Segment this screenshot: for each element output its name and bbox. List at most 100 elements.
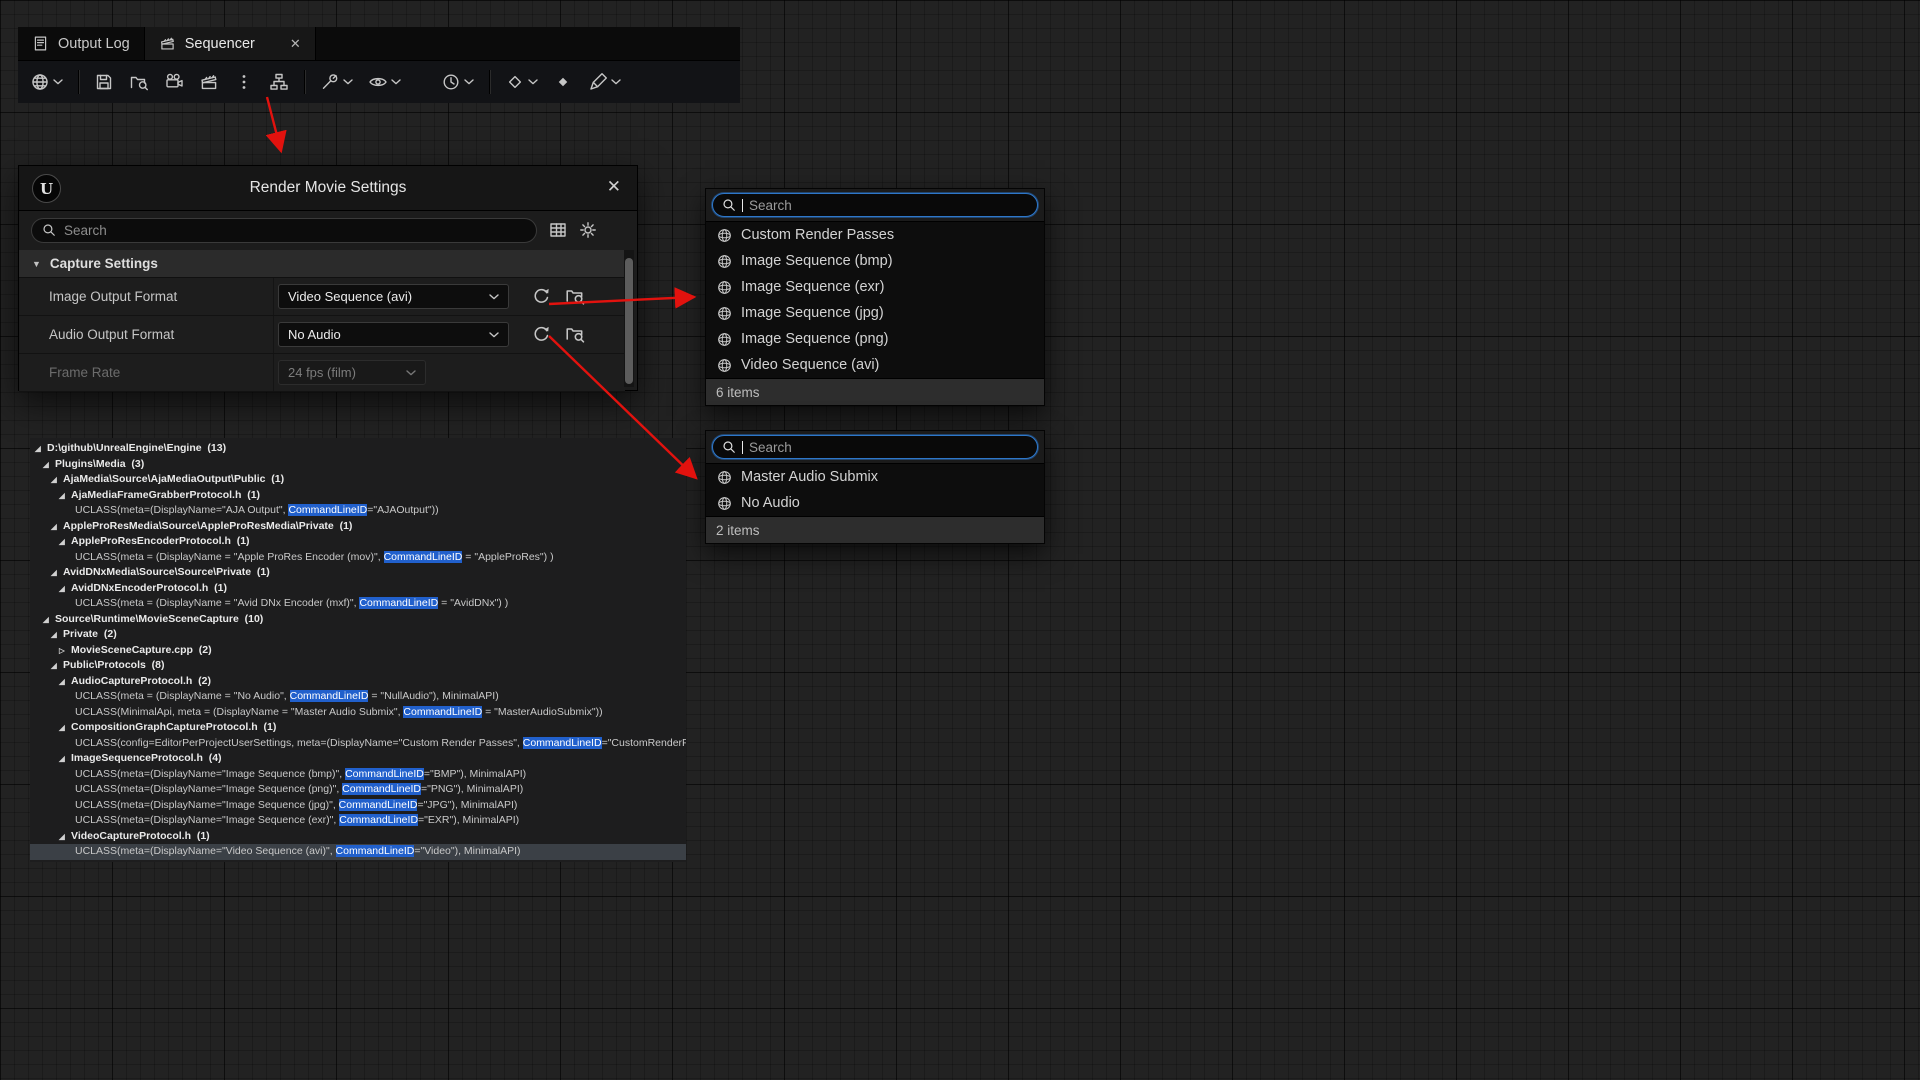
class-sphere-icon [717, 254, 732, 269]
tree-folder-row[interactable]: ◢D:\github\UnrealEngine\Engine (13) [30, 441, 686, 457]
expander-icon[interactable]: ◢ [51, 565, 61, 581]
tree-file-row[interactable]: ◢AjaMediaFrameGrabberProtocol.h (1) [30, 488, 686, 504]
hierarchy-button[interactable] [269, 72, 289, 92]
expander-icon[interactable]: ▷ [59, 643, 69, 659]
list-item[interactable]: Video Sequence (avi) [706, 352, 1044, 378]
chevron-down-icon [406, 370, 416, 376]
dialog-close-icon[interactable]: ✕ [607, 166, 621, 208]
popup-item-list: Custom Render Passes Image Sequence (bmp… [706, 222, 1044, 378]
tree-folder-row[interactable]: ◢AppleProResMedia\Source\AppleProResMedi… [30, 519, 686, 535]
auto-key-button[interactable] [553, 72, 573, 92]
tree-result-row[interactable]: UCLASS(config=EditorPerProjectUserSettin… [30, 736, 686, 752]
list-item[interactable]: Image Sequence (png) [706, 326, 1044, 352]
popup-search-input[interactable]: Search [712, 435, 1038, 459]
tree-file-row[interactable]: ▷MovieSceneCapture.cpp (2) [30, 643, 686, 659]
tab-output-log[interactable]: Output Log [18, 27, 144, 60]
tree-result-row[interactable]: UCLASS(meta = (DisplayName = "Apple ProR… [30, 550, 686, 566]
tree-file-row[interactable]: ◢AvidDNxEncoderProtocol.h (1) [30, 581, 686, 597]
edit-options-button[interactable] [588, 72, 621, 92]
tree-result-row[interactable]: UCLASS(MinimalApi, meta = (DisplayName =… [30, 705, 686, 721]
expander-icon[interactable]: ◢ [43, 612, 53, 628]
tree-file-row[interactable]: ◢AudioCaptureProtocol.h (2) [30, 674, 686, 690]
tab-close-icon[interactable]: ✕ [290, 36, 301, 52]
use-selected-icon[interactable] [531, 324, 551, 344]
code-text: = "NullAudio"), MinimalAPI) [368, 690, 498, 702]
list-item[interactable]: Master Audio Submix [706, 464, 1044, 490]
settings-gear-icon[interactable] [579, 221, 597, 239]
expander-icon[interactable]: ◢ [59, 488, 69, 504]
list-item[interactable]: Image Sequence (jpg) [706, 300, 1044, 326]
settings-search-input[interactable]: Search [31, 218, 537, 243]
match-highlight: CommandLineID [523, 737, 602, 749]
list-item[interactable]: Custom Render Passes [706, 222, 1044, 248]
expander-icon[interactable]: ◢ [59, 674, 69, 690]
tree-folder-row[interactable]: ◢Source\Runtime\MovieSceneCapture (10) [30, 612, 686, 628]
tree-file-row[interactable]: ◢CompositionGraphCaptureProtocol.h (1) [30, 720, 686, 736]
render-movie-button[interactable] [199, 72, 219, 92]
capture-settings-section-header[interactable]: ▼ Capture Settings [19, 250, 625, 278]
tree-folder-row[interactable]: ◢AvidDNxMedia\Source\Source\Private (1) [30, 565, 686, 581]
tree-folder-row[interactable]: ◢Plugins\Media (3) [30, 457, 686, 473]
tree-result-row[interactable]: UCLASS(meta = (DisplayName = "Avid DNx E… [30, 596, 686, 612]
expander-icon[interactable]: ◢ [51, 519, 61, 535]
expander-icon[interactable]: ◢ [59, 829, 69, 845]
world-picker-button[interactable] [30, 72, 63, 92]
save-button[interactable] [94, 72, 114, 92]
list-item[interactable]: Image Sequence (exr) [706, 274, 1044, 300]
dialog-scrollbar-thumb[interactable] [625, 258, 633, 384]
code-text: ="CustomRenderPasses"), MinimalAPI) [602, 737, 686, 749]
expander-icon[interactable]: ◢ [59, 720, 69, 736]
expander-icon[interactable]: ◢ [59, 534, 69, 550]
tab-sequencer[interactable]: Sequencer ✕ [144, 27, 316, 60]
create-camera-button[interactable] [164, 72, 184, 92]
browse-content-button[interactable] [129, 72, 149, 92]
popup-item-count: 6 items [706, 378, 1044, 405]
search-placeholder: Search [749, 198, 792, 213]
tree-result-row[interactable]: UCLASS(meta = (DisplayName = "No Audio",… [30, 689, 686, 705]
tree-file-row[interactable]: ◢VideoCaptureProtocol.h (1) [30, 829, 686, 845]
dialog-titlebar[interactable]: U Render Movie Settings ✕ [19, 166, 637, 211]
browse-asset-icon[interactable] [565, 286, 585, 306]
expander-icon[interactable]: ◢ [59, 751, 69, 767]
section-collapse-arrow-icon[interactable]: ▼ [32, 259, 41, 269]
expander-icon[interactable]: ◢ [35, 441, 45, 457]
audio-output-format-dropdown[interactable]: No Audio [278, 322, 509, 347]
popup-search-input[interactable]: Search [712, 193, 1038, 217]
tree-folder-row[interactable]: ◢Private (2) [30, 627, 686, 643]
tree-folder-row[interactable]: ◢AjaMedia\Source\AjaMediaOutput\Public (… [30, 472, 686, 488]
list-item[interactable]: Image Sequence (bmp) [706, 248, 1044, 274]
column-view-icon[interactable] [549, 221, 567, 239]
image-output-format-dropdown[interactable]: Video Sequence (avi) [278, 284, 509, 309]
class-sphere-icon [717, 280, 732, 295]
chevron-down-icon [53, 79, 63, 85]
tree-folder-row[interactable]: ◢Public\Protocols (8) [30, 658, 686, 674]
tree-folder-label: D:\github\UnrealEngine\Engine (13) [47, 442, 226, 454]
tree-file-row[interactable]: ◢AppleProResEncoderProtocol.h (1) [30, 534, 686, 550]
list-item[interactable]: No Audio [706, 490, 1044, 516]
keyframe-options-button[interactable] [505, 72, 538, 92]
code-text: = "AvidDNx") ) [438, 597, 508, 609]
tree-result-row[interactable]: UCLASS(meta=(DisplayName="Image Sequence… [30, 782, 686, 798]
use-selected-icon[interactable] [531, 286, 551, 306]
tree-file-row[interactable]: ◢ImageSequenceProtocol.h (4) [30, 751, 686, 767]
expander-icon[interactable]: ◢ [59, 581, 69, 597]
tree-result-row-selected[interactable]: UCLASS(meta=(DisplayName="Video Sequence… [30, 844, 686, 860]
expander-icon[interactable]: ◢ [51, 658, 61, 674]
playback-options-button[interactable] [441, 72, 474, 92]
frame-rate-dropdown[interactable]: 24 fps (film) [278, 360, 426, 385]
tree-result-row[interactable]: UCLASS(meta=(DisplayName="Image Sequence… [30, 767, 686, 783]
view-options-button[interactable] [368, 72, 401, 92]
tree-result-row[interactable]: UCLASS(meta=(DisplayName="Image Sequence… [30, 813, 686, 829]
more-options-button[interactable] [234, 72, 254, 92]
tree-result-row[interactable]: UCLASS(meta=(DisplayName="Image Sequence… [30, 798, 686, 814]
expander-icon[interactable]: ◢ [51, 472, 61, 488]
browse-asset-icon[interactable] [565, 324, 585, 344]
playback-options-icon [441, 72, 461, 92]
expander-icon[interactable]: ◢ [43, 457, 53, 473]
sequencer-toolbar [18, 60, 740, 103]
actions-button[interactable] [320, 72, 353, 92]
camera-icon [164, 72, 184, 92]
tree-result-row[interactable]: UCLASS(meta=(DisplayName="AJA Output", C… [30, 503, 686, 519]
expander-icon[interactable]: ◢ [51, 627, 61, 643]
render-movie-clapperboard-icon [199, 72, 219, 92]
